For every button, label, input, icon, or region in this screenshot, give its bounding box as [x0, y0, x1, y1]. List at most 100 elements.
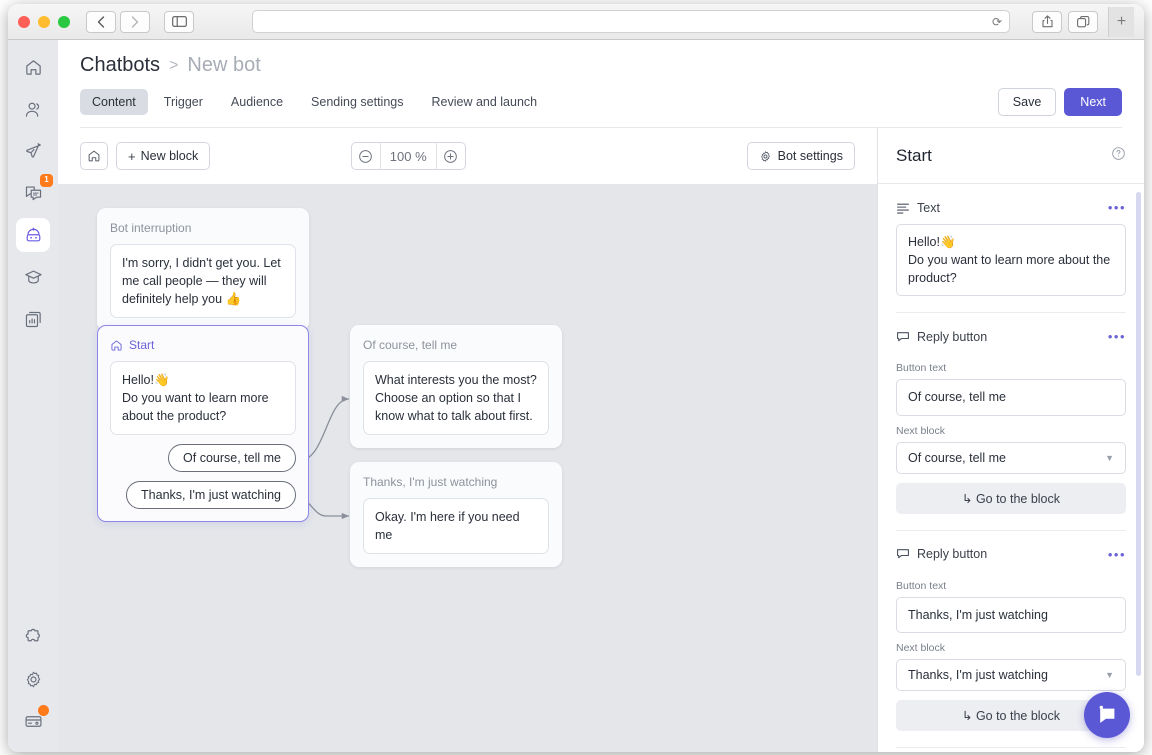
new-tab-button[interactable]: +	[1108, 7, 1134, 37]
next-block-label: Next block	[896, 425, 1126, 437]
page-header: Chatbots > New bot Content Trigger Audie…	[58, 40, 1144, 128]
browser-chrome: ⟳ +	[8, 4, 1144, 40]
minimize-window-button[interactable]	[38, 16, 50, 28]
node-title-label: Thanks, I'm just watching	[363, 475, 497, 489]
home-icon	[110, 339, 123, 352]
zoom-in-button[interactable]	[437, 143, 465, 169]
share-button[interactable]	[1032, 11, 1062, 33]
node-message-bubble: What interests you the most? Choose an o…	[363, 361, 549, 435]
chevron-right-icon	[131, 16, 139, 28]
button-text-label: Button text	[896, 362, 1126, 374]
node-title: Start	[110, 338, 296, 352]
share-icon	[1042, 15, 1053, 28]
maximize-window-button[interactable]	[58, 16, 70, 28]
billing-alert-dot	[38, 705, 49, 716]
section-label: Reply button	[917, 547, 987, 561]
sidebar-item-settings[interactable]	[16, 662, 50, 696]
close-window-button[interactable]	[18, 16, 30, 28]
more-dots-icon[interactable]: •••	[1108, 200, 1126, 215]
minus-circle-icon	[358, 149, 373, 164]
tab-overview-icon	[1077, 16, 1090, 28]
sidebar-item-knowledge[interactable]	[16, 260, 50, 294]
section-header-reply-button-1: Reply button •••	[896, 313, 1126, 353]
save-button[interactable]: Save	[998, 88, 1057, 116]
bot-settings-button[interactable]: Bot settings	[747, 142, 855, 170]
section-label: Reply button	[917, 330, 987, 344]
panel-body[interactable]: Text ••• Hello!👋 Do you want to learn mo…	[878, 184, 1144, 752]
flow-node-of-course[interactable]: Of course, tell me What interests you th…	[350, 325, 562, 448]
sidebar-item-campaigns[interactable]	[16, 134, 50, 168]
node-message-bubble: I'm sorry, I didn't get you. Let me call…	[110, 244, 296, 318]
go-to-block-label: Go to the block	[976, 492, 1060, 506]
header-actions: Save Next	[998, 88, 1122, 116]
sidebar-item-billing[interactable]	[16, 704, 50, 738]
reload-icon[interactable]: ⟳	[992, 15, 1002, 29]
sidebar-toggle-button[interactable]	[164, 11, 194, 33]
help-button[interactable]	[1111, 146, 1126, 166]
tab-content[interactable]: Content	[80, 89, 148, 115]
canvas-column: + New block 100 %	[58, 128, 878, 752]
new-block-label: New block	[141, 149, 199, 163]
node-reply-row: Thanks, I'm just watching	[110, 472, 296, 509]
node-reply-button[interactable]: Of course, tell me	[168, 444, 296, 472]
tab-review-and-launch[interactable]: Review and launch	[419, 89, 549, 115]
sidebar-item-chatbots[interactable]	[16, 218, 50, 252]
flow-node-start[interactable]: Start Hello!👋 Do you want to learn more …	[97, 325, 309, 522]
button-text-input[interactable]: Thanks, I'm just watching	[896, 597, 1126, 633]
tab-overview-button[interactable]	[1068, 11, 1098, 33]
canvas-toolbar: + New block 100 %	[58, 128, 877, 184]
chat-bubbles-icon	[24, 184, 43, 203]
node-title-label: Bot interruption	[110, 221, 191, 235]
zoom-out-button[interactable]	[352, 143, 380, 169]
flow-node-bot-interruption[interactable]: Bot interruption I'm sorry, I didn't get…	[97, 208, 309, 331]
sidebar-item-analytics[interactable]	[16, 302, 50, 336]
more-dots-icon[interactable]: •••	[1108, 547, 1126, 562]
go-to-block-label: Go to the block	[976, 709, 1060, 723]
chat-widget-icon	[1095, 704, 1119, 726]
next-block-value: Thanks, I'm just watching	[908, 668, 1048, 682]
chats-unread-badge: 1	[40, 174, 53, 187]
node-message-bubble: Hello!👋 Do you want to learn more about …	[110, 361, 296, 435]
breadcrumb-root[interactable]: Chatbots	[80, 54, 160, 77]
plus-circle-icon	[443, 149, 458, 164]
sidebar-item-chats[interactable]: 1	[16, 176, 50, 210]
node-reply-button[interactable]: Thanks, I'm just watching	[126, 481, 296, 509]
graduation-cap-icon	[24, 268, 43, 287]
main-content: Chatbots > New bot Content Trigger Audie…	[58, 40, 1144, 752]
next-block-select[interactable]: Of course, tell me ▼	[896, 442, 1126, 474]
tab-audience[interactable]: Audience	[219, 89, 295, 115]
text-lines-icon	[896, 201, 910, 215]
forward-button[interactable]	[120, 11, 150, 33]
canvas-home-button[interactable]	[80, 142, 108, 170]
button-text-input[interactable]: Of course, tell me	[896, 379, 1126, 415]
next-block-select[interactable]: Thanks, I'm just watching ▼	[896, 659, 1126, 691]
tab-sending-settings[interactable]: Sending settings	[299, 89, 415, 115]
more-dots-icon[interactable]: •••	[1108, 329, 1126, 344]
flow-canvas[interactable]: Bot interruption I'm sorry, I didn't get…	[58, 184, 877, 752]
next-block-label: Next block	[896, 642, 1126, 654]
chat-widget-button[interactable]	[1084, 692, 1130, 738]
flow-node-just-watching[interactable]: Thanks, I'm just watching Okay. I'm here…	[350, 462, 562, 567]
new-block-button[interactable]: + New block	[116, 142, 210, 170]
address-bar[interactable]: ⟳	[252, 10, 1010, 33]
browser-window: ⟳ +	[8, 4, 1144, 752]
go-to-block-button-1[interactable]: ↳ Go to the block	[896, 483, 1126, 514]
tab-trigger[interactable]: Trigger	[152, 89, 215, 115]
tab-list: Content Trigger Audience Sending setting…	[80, 89, 549, 115]
chevron-down-icon: ▼	[1105, 670, 1114, 680]
browser-right-controls: +	[1032, 7, 1134, 37]
home-icon	[24, 58, 43, 77]
next-button[interactable]: Next	[1064, 88, 1122, 116]
text-content-field[interactable]: Hello!👋 Do you want to learn more about …	[896, 224, 1126, 296]
section-divider	[896, 747, 1126, 748]
sidebar-item-contacts[interactable]	[16, 92, 50, 126]
node-title: Bot interruption	[110, 221, 296, 235]
chevron-down-icon: ▼	[1105, 453, 1114, 463]
sidebar-item-home[interactable]	[16, 50, 50, 84]
workspace: + New block 100 %	[58, 128, 1144, 752]
back-button[interactable]	[86, 11, 116, 33]
node-title-label: Of course, tell me	[363, 338, 457, 352]
panel-scrollbar[interactable]	[1136, 192, 1141, 676]
sidebar-item-integrations[interactable]	[16, 620, 50, 654]
panel-title: Start	[896, 146, 932, 166]
